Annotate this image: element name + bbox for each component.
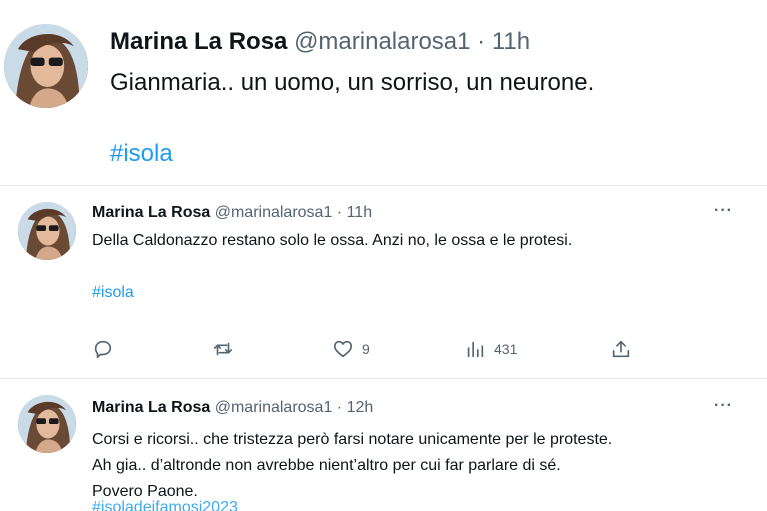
tweet-1[interactable]: Marina La Rosa @marinalarosa1 · 11h Gian… xyxy=(0,0,767,185)
timestamp[interactable]: 11h xyxy=(492,28,530,55)
hashtag-link[interactable]: #isola xyxy=(110,140,173,168)
divider xyxy=(0,378,767,379)
separator: · xyxy=(477,28,486,55)
hashtag-link[interactable]: #isoladeifamosi2023 xyxy=(92,499,238,511)
avatar-photo-icon xyxy=(18,202,76,260)
share-icon xyxy=(612,340,630,358)
tweet-text-line: Ah gia.. d’altronde non avrebbe nient’al… xyxy=(92,457,561,474)
author-name[interactable]: Marina La Rosa xyxy=(92,204,210,221)
more-options-icon[interactable]: ··· xyxy=(714,397,733,415)
author-handle[interactable]: @marinalarosa1 xyxy=(215,399,333,416)
avatar-photo-icon xyxy=(4,24,88,108)
avatar[interactable] xyxy=(18,202,76,260)
tweet-2[interactable]: Marina La Rosa @marinalarosa1 · 11h ··· … xyxy=(0,190,767,378)
views-chart-icon xyxy=(467,341,484,358)
retweet-icon xyxy=(213,342,233,356)
hashtag-link[interactable]: #isola xyxy=(92,284,134,302)
tweet-text: Gianmaria.. un uomo, un sorriso, un neur… xyxy=(110,69,595,96)
tweet-text-line: Corsi e ricorsi.. che tristezza però far… xyxy=(92,431,613,448)
tweet-header: Marina La Rosa @marinalarosa1 · 12h xyxy=(92,399,373,417)
tweet-header: Marina La Rosa @marinalarosa1 · 11h xyxy=(110,28,530,56)
retweet-button[interactable] xyxy=(212,338,242,360)
tweet-text: Della Caldonazzo restano solo le ossa. A… xyxy=(92,232,573,249)
author-handle[interactable]: @marinalarosa1 xyxy=(215,204,333,221)
separator: · xyxy=(336,399,343,416)
author-handle[interactable]: @marinalarosa1 xyxy=(294,28,470,55)
tweet-actions: 9 431 xyxy=(92,338,652,362)
timestamp[interactable]: 12h xyxy=(347,399,374,416)
reply-button[interactable] xyxy=(92,338,122,360)
avatar[interactable] xyxy=(18,395,76,453)
avatar-photo-icon xyxy=(18,395,76,453)
tweet-3[interactable]: Marina La Rosa @marinalarosa1 · 12h ··· … xyxy=(0,383,767,511)
share-button[interactable] xyxy=(610,338,640,360)
more-options-icon[interactable]: ··· xyxy=(714,202,733,220)
divider xyxy=(0,185,767,186)
tweet-text: Corsi e ricorsi.. che tristezza però far… xyxy=(92,427,612,505)
tweet-header: Marina La Rosa @marinalarosa1 · 11h xyxy=(92,204,372,222)
heart-icon xyxy=(333,340,353,358)
views-button[interactable]: 431 xyxy=(464,338,517,360)
author-name[interactable]: Marina La Rosa xyxy=(92,399,210,416)
avatar[interactable] xyxy=(4,24,88,108)
timestamp[interactable]: 11h xyxy=(347,204,373,221)
like-button[interactable]: 9 xyxy=(332,338,370,360)
reply-icon xyxy=(94,340,112,359)
view-count: 431 xyxy=(494,341,518,357)
separator: · xyxy=(336,204,343,221)
author-name[interactable]: Marina La Rosa xyxy=(110,28,287,55)
like-count: 9 xyxy=(362,341,370,357)
